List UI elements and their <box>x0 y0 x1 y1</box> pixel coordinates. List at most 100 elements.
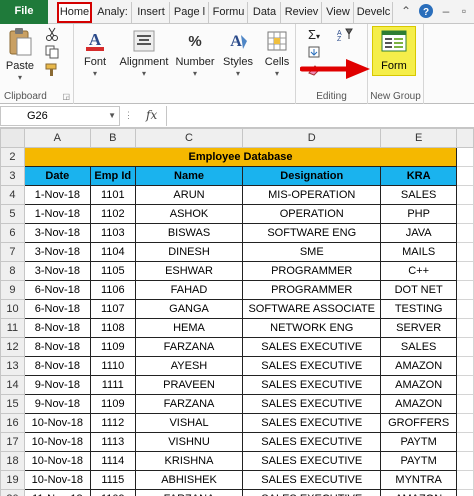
column-header-e[interactable]: E <box>380 128 458 148</box>
tab-developer[interactable]: Develc <box>355 2 393 23</box>
cell-emp-id[interactable]: 1111 <box>89 375 136 395</box>
cell-designation[interactable]: SME <box>242 242 382 262</box>
cell[interactable] <box>456 375 474 395</box>
cell-date[interactable]: 10-Nov-18 <box>23 413 91 433</box>
cell-date[interactable]: 9-Nov-18 <box>23 375 91 395</box>
chevron-up-icon[interactable]: ⌃ <box>398 3 414 19</box>
cell-kra[interactable]: GROFFERS <box>380 413 458 433</box>
cell[interactable] <box>456 185 474 205</box>
row-header[interactable]: 4 <box>0 185 25 205</box>
tab-view[interactable]: View <box>323 2 354 23</box>
cell-kra[interactable]: JAVA <box>380 223 458 243</box>
row-header[interactable]: 10 <box>0 299 25 319</box>
cell-designation[interactable]: SALES EXECUTIVE <box>242 489 382 496</box>
cell-name[interactable]: HEMA <box>134 318 244 338</box>
cell-name[interactable]: KRISHNA <box>134 451 244 471</box>
cell-designation[interactable]: SOFTWARE ENG <box>242 223 382 243</box>
cells-button[interactable]: Cells ▾ <box>260 29 294 80</box>
row-header[interactable]: 5 <box>0 204 25 224</box>
chevron-down-icon[interactable]: ▼ <box>108 107 116 125</box>
cell-emp-id[interactable]: 1104 <box>89 242 136 262</box>
cell-kra[interactable]: PAYTM <box>380 432 458 452</box>
cell-name[interactable]: BISWAS <box>134 223 244 243</box>
cell-kra[interactable]: AMAZON <box>380 375 458 395</box>
cell-name[interactable]: ABHISHEK <box>134 470 244 490</box>
tab-file[interactable]: File <box>0 0 48 24</box>
row-header[interactable]: 17 <box>0 432 25 452</box>
cell[interactable] <box>456 318 474 338</box>
styles-button[interactable]: A Styles ▾ <box>220 29 256 80</box>
cell-name[interactable]: VISHNU <box>134 432 244 452</box>
cell-designation[interactable]: MIS-OPERATION <box>242 185 382 205</box>
cell-emp-id[interactable]: 1101 <box>89 185 136 205</box>
cut-icon[interactable] <box>44 27 60 44</box>
cell-date[interactable]: 3-Nov-18 <box>23 242 91 262</box>
cell-kra[interactable]: PAYTM <box>380 451 458 471</box>
cell-designation[interactable]: SALES EXECUTIVE <box>242 337 382 357</box>
cell-designation[interactable]: SALES EXECUTIVE <box>242 432 382 452</box>
row-header[interactable]: 13 <box>0 356 25 376</box>
form-button[interactable]: Form <box>372 26 416 76</box>
cell-emp-id[interactable]: 1102 <box>89 204 136 224</box>
cell-emp-id[interactable]: 1110 <box>89 356 136 376</box>
cell[interactable] <box>456 280 474 300</box>
formula-input[interactable] <box>166 106 474 126</box>
cell-emp-id[interactable]: 1107 <box>89 299 136 319</box>
row-header[interactable]: 18 <box>0 451 25 471</box>
cell[interactable] <box>456 432 474 452</box>
format-painter-icon[interactable] <box>44 63 60 80</box>
cell-date[interactable]: 3-Nov-18 <box>23 223 91 243</box>
cell-name[interactable]: AYESH <box>134 356 244 376</box>
cell-kra[interactable]: TESTING <box>380 299 458 319</box>
column-header-d[interactable]: D <box>242 128 382 148</box>
cell-designation[interactable]: SALES EXECUTIVE <box>242 394 382 414</box>
cell-date[interactable]: 1-Nov-18 <box>23 185 91 205</box>
cell-date[interactable]: 8-Nov-18 <box>23 356 91 376</box>
cell[interactable] <box>456 451 474 471</box>
cell-kra[interactable]: SERVER <box>380 318 458 338</box>
cell-kra[interactable]: C++ <box>380 261 458 281</box>
cell-date[interactable]: 8-Nov-18 <box>23 318 91 338</box>
tab-review[interactable]: Reviev <box>282 2 322 23</box>
cell-kra[interactable]: AMAZON <box>380 356 458 376</box>
row-header[interactable]: 9 <box>0 280 25 300</box>
cell-date[interactable]: 6-Nov-18 <box>23 299 91 319</box>
cell-name[interactable]: VISHAL <box>134 413 244 433</box>
row-header[interactable]: 7 <box>0 242 25 262</box>
row-header[interactable]: 11 <box>0 318 25 338</box>
name-box[interactable]: G26 ▼ <box>0 106 120 126</box>
cell-emp-id[interactable]: 1103 <box>89 223 136 243</box>
cell-name[interactable]: FARZANA <box>134 394 244 414</box>
cell-kra[interactable]: PHP <box>380 204 458 224</box>
cell-date[interactable]: 10-Nov-18 <box>23 432 91 452</box>
tab-analyze[interactable]: Analy: <box>94 2 132 23</box>
cell-designation[interactable]: SALES EXECUTIVE <box>242 413 382 433</box>
cell-date[interactable]: 11-Nov-18 <box>23 489 91 496</box>
cell[interactable] <box>456 166 474 186</box>
cell-emp-id[interactable]: 1113 <box>89 432 136 452</box>
cell[interactable] <box>456 394 474 414</box>
sort-filter-icon[interactable]: AZ <box>330 27 358 44</box>
tab-page-layout[interactable]: Page l <box>171 2 209 23</box>
cell-emp-id[interactable]: 1115 <box>89 470 136 490</box>
row-header[interactable]: 20 <box>0 489 25 496</box>
cell-date[interactable]: 8-Nov-18 <box>23 337 91 357</box>
header-designation[interactable]: Designation <box>242 166 382 186</box>
cell-kra[interactable]: AMAZON <box>380 489 458 496</box>
cell-designation[interactable]: PROGRAMMER <box>242 261 382 281</box>
minimize-icon[interactable]: – <box>438 3 454 19</box>
sheet-title[interactable]: Employee Database <box>23 147 458 167</box>
fx-icon[interactable]: fx <box>146 108 157 122</box>
restore-icon[interactable]: ▫ <box>456 3 472 19</box>
cell-kra[interactable]: SALES <box>380 185 458 205</box>
row-header[interactable]: 8 <box>0 261 25 281</box>
select-all-corner[interactable] <box>0 128 25 148</box>
column-header-c[interactable]: C <box>134 128 244 148</box>
column-header-b[interactable]: B <box>89 128 136 148</box>
cell-date[interactable]: 10-Nov-18 <box>23 451 91 471</box>
cell[interactable] <box>456 299 474 319</box>
cell-designation[interactable]: NETWORK ENG <box>242 318 382 338</box>
cell-designation[interactable]: PROGRAMMER <box>242 280 382 300</box>
row-header[interactable]: 19 <box>0 470 25 490</box>
cell-emp-id[interactable]: 1114 <box>89 451 136 471</box>
